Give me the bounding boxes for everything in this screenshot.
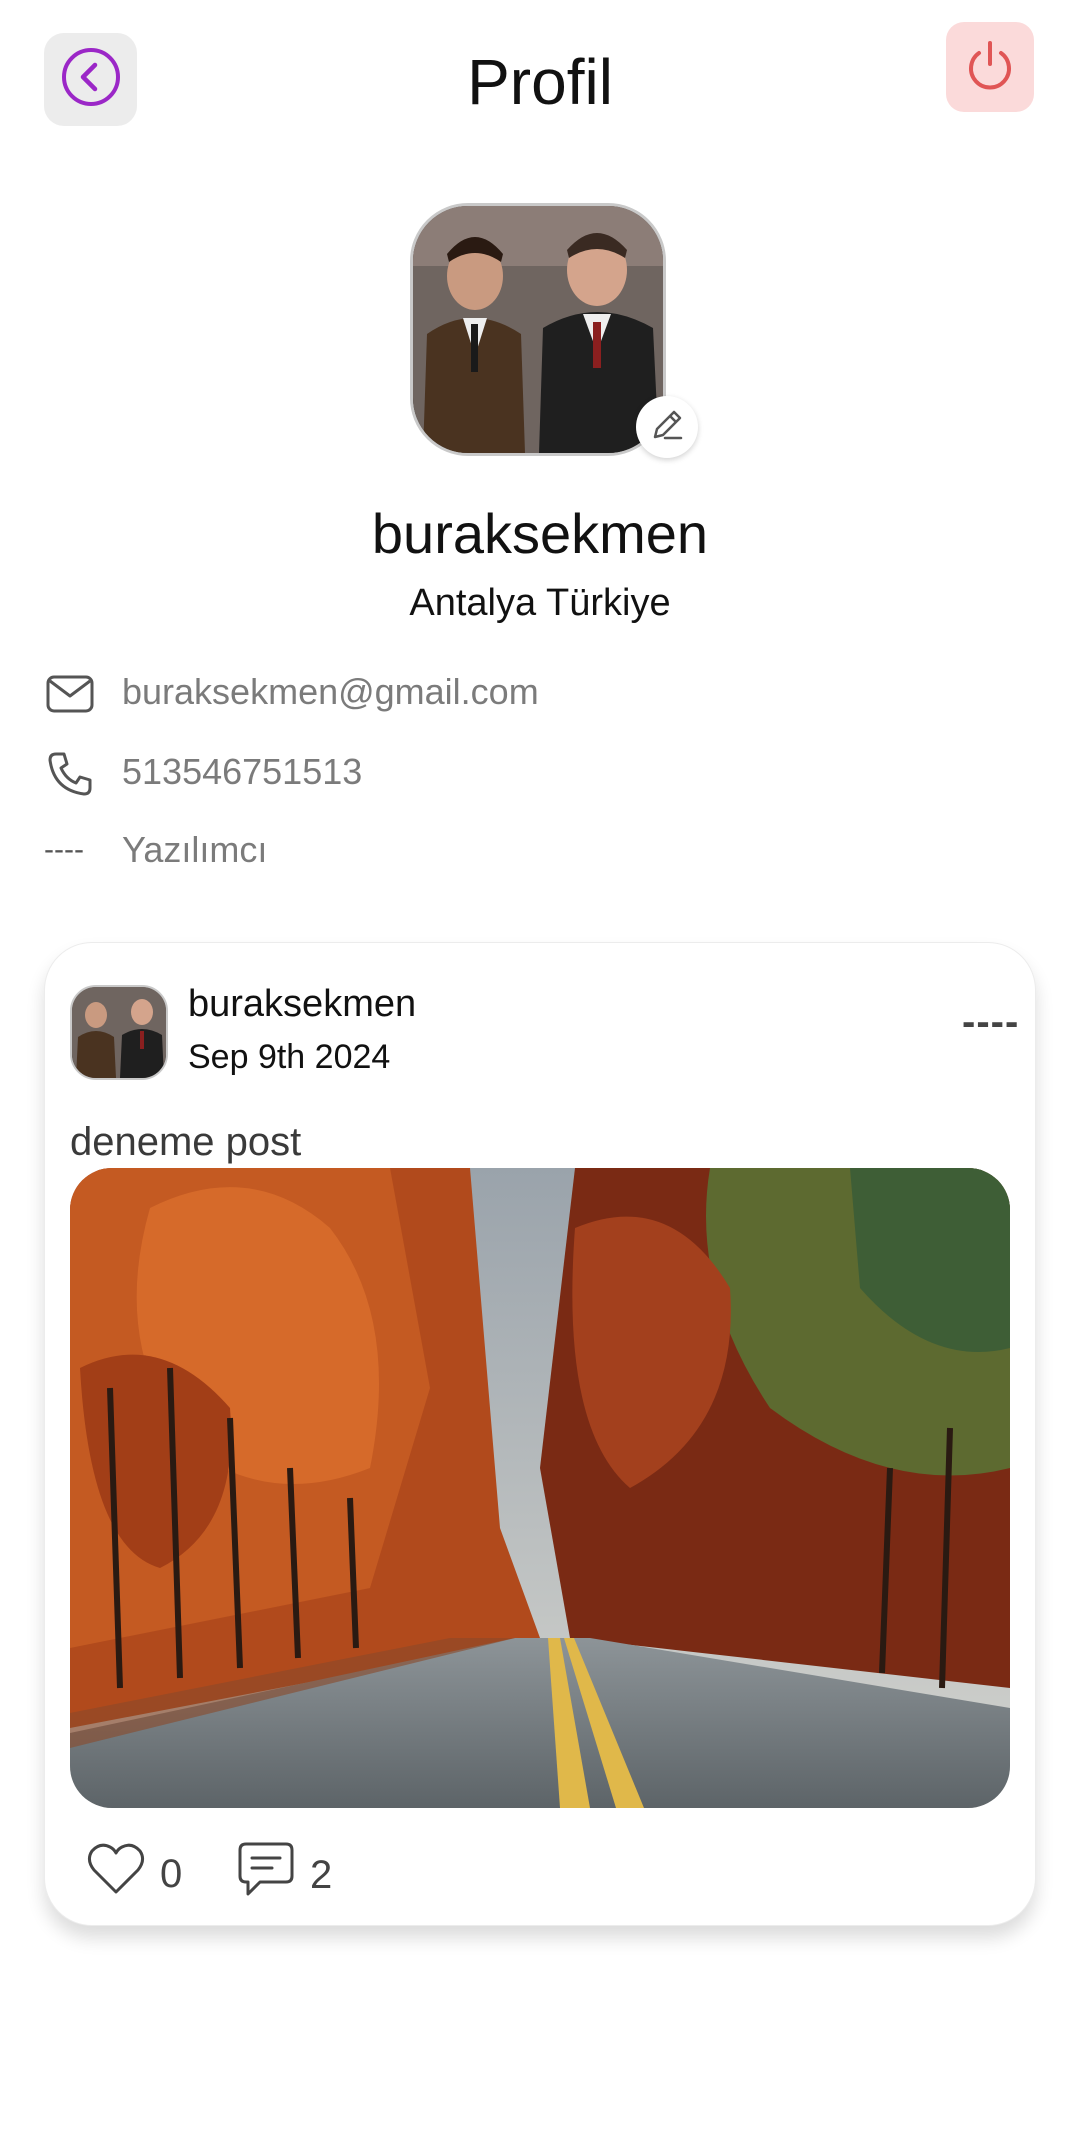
post-avatar bbox=[70, 985, 168, 1080]
like-count: 0 bbox=[160, 1851, 183, 1896]
edit-avatar-button[interactable] bbox=[636, 396, 698, 458]
post-username: buraksekmen bbox=[188, 983, 417, 1025]
like-button[interactable]: 0 bbox=[86, 1840, 182, 1907]
mail-icon bbox=[44, 668, 96, 720]
avatar bbox=[410, 203, 666, 456]
job-text: Yazılımcı bbox=[122, 829, 268, 870]
logout-button[interactable] bbox=[946, 22, 1034, 112]
profile-location: Antalya Türkiye bbox=[409, 582, 671, 624]
phone-icon bbox=[44, 748, 96, 800]
pencil-icon bbox=[647, 405, 687, 450]
power-icon bbox=[960, 35, 1020, 100]
page-title: Profil bbox=[467, 46, 613, 118]
post-options-button[interactable]: ---- bbox=[962, 1000, 1036, 1044]
post-text: deneme post bbox=[70, 1120, 302, 1164]
post-date: Sep 9th 2024 bbox=[188, 1038, 391, 1076]
post-options-marker: ---- bbox=[962, 1000, 1020, 1044]
post-image bbox=[70, 1168, 1010, 1808]
phone-text: 513546751513 bbox=[122, 751, 363, 792]
comment-icon bbox=[236, 1840, 296, 1909]
job-marker: ---- bbox=[44, 833, 84, 866]
heart-icon bbox=[86, 1840, 146, 1907]
profile-username: buraksekmen bbox=[371, 502, 709, 565]
comment-button[interactable]: 2 bbox=[236, 1840, 332, 1909]
comment-count: 2 bbox=[310, 1852, 333, 1897]
email-text: buraksekmen@gmail.com bbox=[122, 671, 539, 712]
